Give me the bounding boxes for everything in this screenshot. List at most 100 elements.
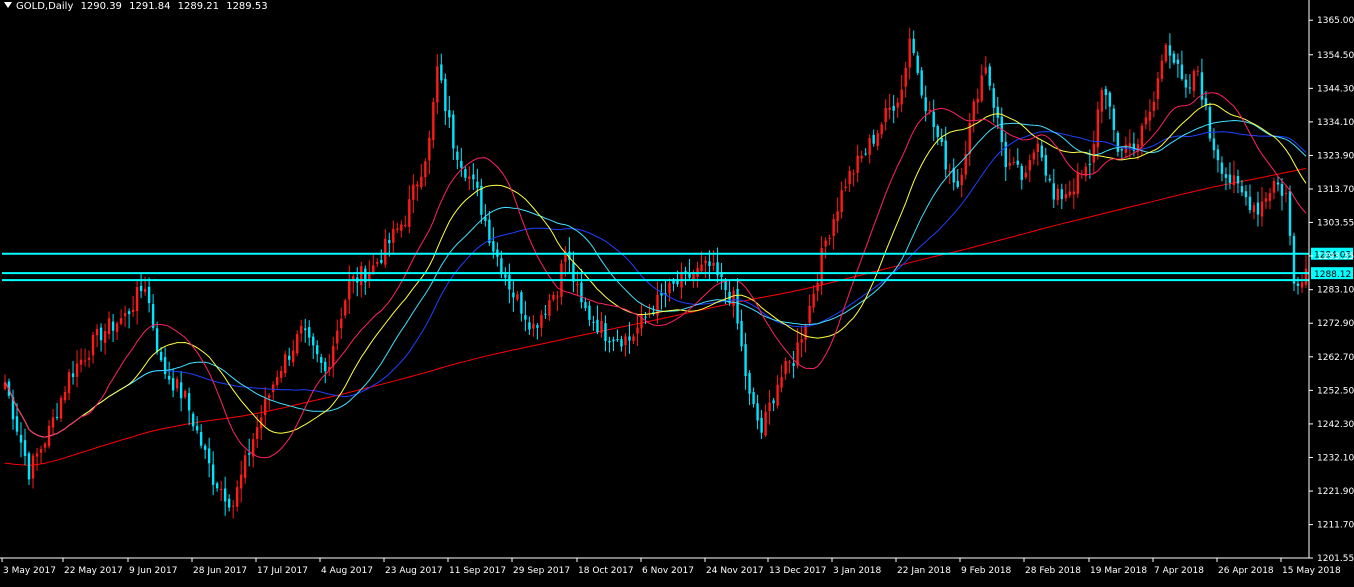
candle-body xyxy=(544,313,547,315)
candle-body xyxy=(1248,196,1252,211)
candle-body xyxy=(1068,191,1072,196)
candle-body xyxy=(344,300,347,316)
candle xyxy=(408,185,411,234)
candle xyxy=(1092,130,1096,174)
candle-body xyxy=(1056,188,1060,201)
x-tick-label: 13 Dec 2017 xyxy=(769,566,827,576)
candle xyxy=(820,236,823,296)
candle-body xyxy=(632,336,635,342)
x-tick-label: 28 Feb 2018 xyxy=(1025,566,1081,576)
candle-body xyxy=(1036,143,1039,152)
candle-body xyxy=(324,361,327,372)
candle xyxy=(608,336,611,353)
candle-body xyxy=(320,357,323,363)
candle xyxy=(564,246,567,277)
candle xyxy=(1288,185,1292,246)
candle xyxy=(183,389,187,400)
candle-body xyxy=(1052,183,1056,200)
y-tick-label: 1365.00 xyxy=(1317,16,1354,26)
candle-body xyxy=(1236,176,1240,184)
candle xyxy=(400,220,403,238)
candle xyxy=(524,300,527,332)
candle-body xyxy=(1272,181,1276,193)
candle xyxy=(1004,132,1007,181)
candle xyxy=(1260,186,1264,227)
candle xyxy=(828,234,831,246)
candle-body xyxy=(1028,160,1031,171)
candle xyxy=(207,437,211,478)
candle xyxy=(916,51,919,76)
candle-body xyxy=(556,296,559,298)
candle xyxy=(1276,176,1280,192)
candle xyxy=(460,147,463,177)
candle xyxy=(179,370,183,412)
candle-body xyxy=(908,38,911,68)
candle xyxy=(456,145,459,170)
candle-body xyxy=(456,151,459,160)
x-tick-label: 17 Jul 2017 xyxy=(257,566,308,576)
candle-body xyxy=(1284,192,1288,194)
candle-body xyxy=(1276,182,1280,185)
close-value: 1289.53 xyxy=(226,1,268,12)
candle xyxy=(688,259,691,281)
candle-body xyxy=(1072,191,1076,195)
candle xyxy=(1084,162,1088,182)
price-chart[interactable]: 1294.031288.12 1365.001354.501344.301334… xyxy=(0,0,1354,583)
candle xyxy=(83,348,87,367)
candle-body xyxy=(292,350,295,363)
candle-body xyxy=(1188,87,1192,89)
candle-body xyxy=(892,105,895,111)
candle-body xyxy=(624,336,627,346)
candle-body xyxy=(27,453,31,480)
candle xyxy=(1184,73,1188,98)
candle xyxy=(772,397,775,412)
candle-body xyxy=(195,425,199,431)
candle-body xyxy=(272,384,275,392)
candle xyxy=(684,266,687,286)
candle xyxy=(808,294,811,327)
candle xyxy=(448,95,451,128)
y-tick-label: 1232.10 xyxy=(1317,453,1354,463)
candle xyxy=(1060,183,1064,210)
candle xyxy=(752,387,755,408)
candle-body xyxy=(1244,191,1248,198)
candle xyxy=(1072,178,1076,209)
moving-average-line xyxy=(4,119,1307,438)
candle-body xyxy=(1164,44,1168,62)
candle xyxy=(396,222,399,234)
candle xyxy=(1120,147,1124,160)
candle-body xyxy=(1196,70,1200,72)
candle xyxy=(696,261,699,288)
candle xyxy=(1056,184,1060,206)
candle-body xyxy=(772,400,775,404)
candle xyxy=(604,315,607,352)
candle xyxy=(1124,136,1128,158)
candle-body xyxy=(23,440,27,457)
candle xyxy=(340,307,343,340)
candle-body xyxy=(800,339,803,343)
candle xyxy=(1244,184,1248,206)
candle-body xyxy=(1048,178,1052,181)
candle xyxy=(612,336,615,352)
candle xyxy=(620,335,623,352)
candle-body xyxy=(1128,143,1132,147)
candle-body xyxy=(332,346,335,366)
candle xyxy=(1228,162,1232,190)
chart-area[interactable]: 1294.03 1288.12 1365.00 1354.50 1344.30 1334… xyxy=(0,0,1354,583)
candle xyxy=(1272,177,1276,200)
candle-body xyxy=(828,237,831,239)
candle xyxy=(1040,140,1043,162)
candle xyxy=(1076,163,1080,198)
y-tick-label: 1211.70 xyxy=(1317,521,1354,531)
candle xyxy=(1068,180,1072,198)
dropdown-triangle-icon[interactable] xyxy=(4,2,12,8)
candle xyxy=(47,420,51,449)
candle xyxy=(952,158,955,191)
candle-body xyxy=(420,176,423,188)
candle-body xyxy=(400,224,403,231)
candle-body xyxy=(227,498,231,508)
candle xyxy=(668,278,671,302)
candle-body xyxy=(396,228,399,230)
candle-body xyxy=(199,432,203,446)
candle xyxy=(856,144,859,183)
